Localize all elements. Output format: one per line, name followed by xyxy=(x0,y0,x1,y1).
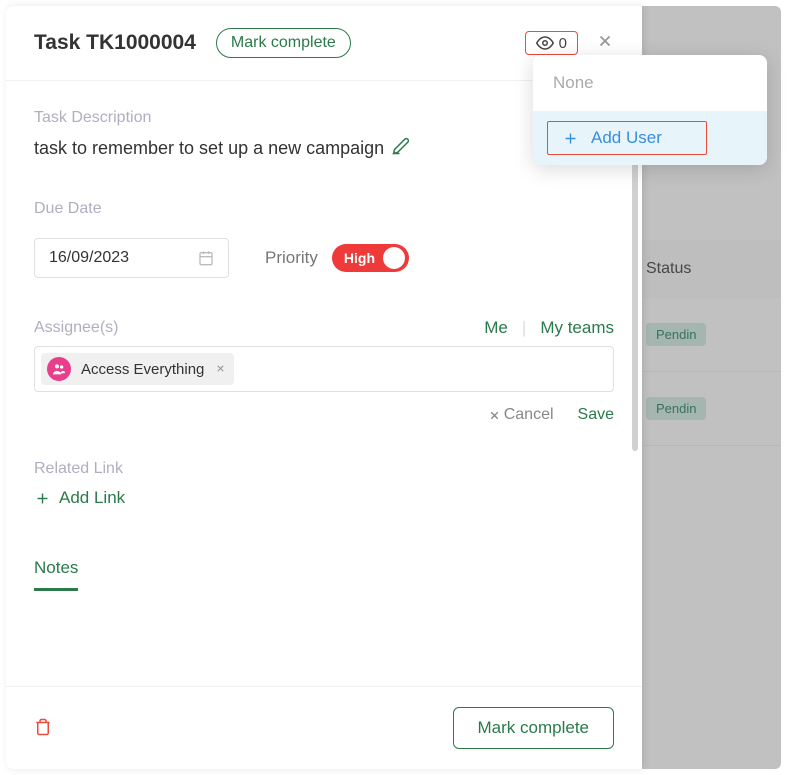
scrollbar[interactable] xyxy=(632,141,638,451)
priority-field: Priority High xyxy=(265,244,409,278)
panel-body: Task Description task to remember to set… xyxy=(6,81,642,686)
divider: | xyxy=(522,318,526,338)
due-date-field: Due Date 16/09/2023 xyxy=(34,200,229,278)
add-link-button[interactable]: Add Link xyxy=(34,488,614,508)
assignee-quick-links: Me | My teams xyxy=(484,318,614,338)
header-actions: 0 xyxy=(525,30,614,56)
dropdown-item: Add User xyxy=(533,111,767,165)
priority-toggle[interactable]: High xyxy=(332,244,409,272)
assignee-chip: Access Everything xyxy=(41,353,234,385)
watchers-dropdown: None Add User xyxy=(533,55,767,165)
assignee-label: Assignee(s) xyxy=(34,319,118,337)
assignee-actions: Cancel Save xyxy=(34,406,614,424)
eye-icon xyxy=(536,34,554,52)
due-date-input[interactable]: 16/09/2023 xyxy=(34,238,229,278)
close-icon xyxy=(215,363,226,374)
due-date-label: Due Date xyxy=(34,200,229,218)
calendar-icon xyxy=(198,250,214,266)
priority-label: Priority xyxy=(265,248,318,268)
group-avatar xyxy=(47,357,71,381)
cancel-button[interactable]: Cancel xyxy=(488,406,554,424)
users-icon xyxy=(51,361,67,377)
assign-me-link[interactable]: Me xyxy=(484,318,508,338)
date-priority-row: Due Date 16/09/2023 Priority High xyxy=(34,200,614,278)
notes-tab[interactable]: Notes xyxy=(34,558,78,591)
close-button[interactable] xyxy=(596,30,614,56)
related-link-label: Related Link xyxy=(34,460,614,478)
assignee-input[interactable]: Access Everything xyxy=(34,346,614,392)
delete-task-button[interactable] xyxy=(34,718,52,739)
mark-complete-button-footer[interactable]: Mark complete xyxy=(453,707,614,749)
save-button[interactable]: Save xyxy=(578,406,614,424)
description-text: task to remember to set up a new campaig… xyxy=(34,138,384,159)
description-label: Task Description xyxy=(34,109,614,127)
assign-my-teams-link[interactable]: My teams xyxy=(540,318,614,338)
plus-icon xyxy=(34,490,51,507)
close-icon xyxy=(488,409,501,422)
edit-description-button[interactable] xyxy=(392,137,410,160)
pencil-icon xyxy=(392,137,410,155)
watchers-button[interactable]: 0 xyxy=(525,31,578,55)
chip-remove-button[interactable] xyxy=(215,361,226,377)
due-date-value: 16/09/2023 xyxy=(49,249,129,267)
mark-complete-button[interactable]: Mark complete xyxy=(216,28,351,58)
add-user-button[interactable]: Add User xyxy=(547,121,707,155)
watch-count: 0 xyxy=(559,35,567,52)
assignee-header: Assignee(s) Me | My teams xyxy=(34,318,614,338)
chip-label: Access Everything xyxy=(81,361,204,378)
toggle-knob xyxy=(383,247,405,269)
description-row: task to remember to set up a new campaig… xyxy=(34,137,614,160)
close-icon xyxy=(596,32,614,50)
trash-icon xyxy=(34,718,52,736)
dropdown-empty-label: None xyxy=(533,55,767,111)
task-title: Task TK1000004 xyxy=(34,31,196,55)
panel-footer: Mark complete xyxy=(6,686,642,769)
priority-value: High xyxy=(344,250,375,266)
plus-icon xyxy=(562,130,579,147)
